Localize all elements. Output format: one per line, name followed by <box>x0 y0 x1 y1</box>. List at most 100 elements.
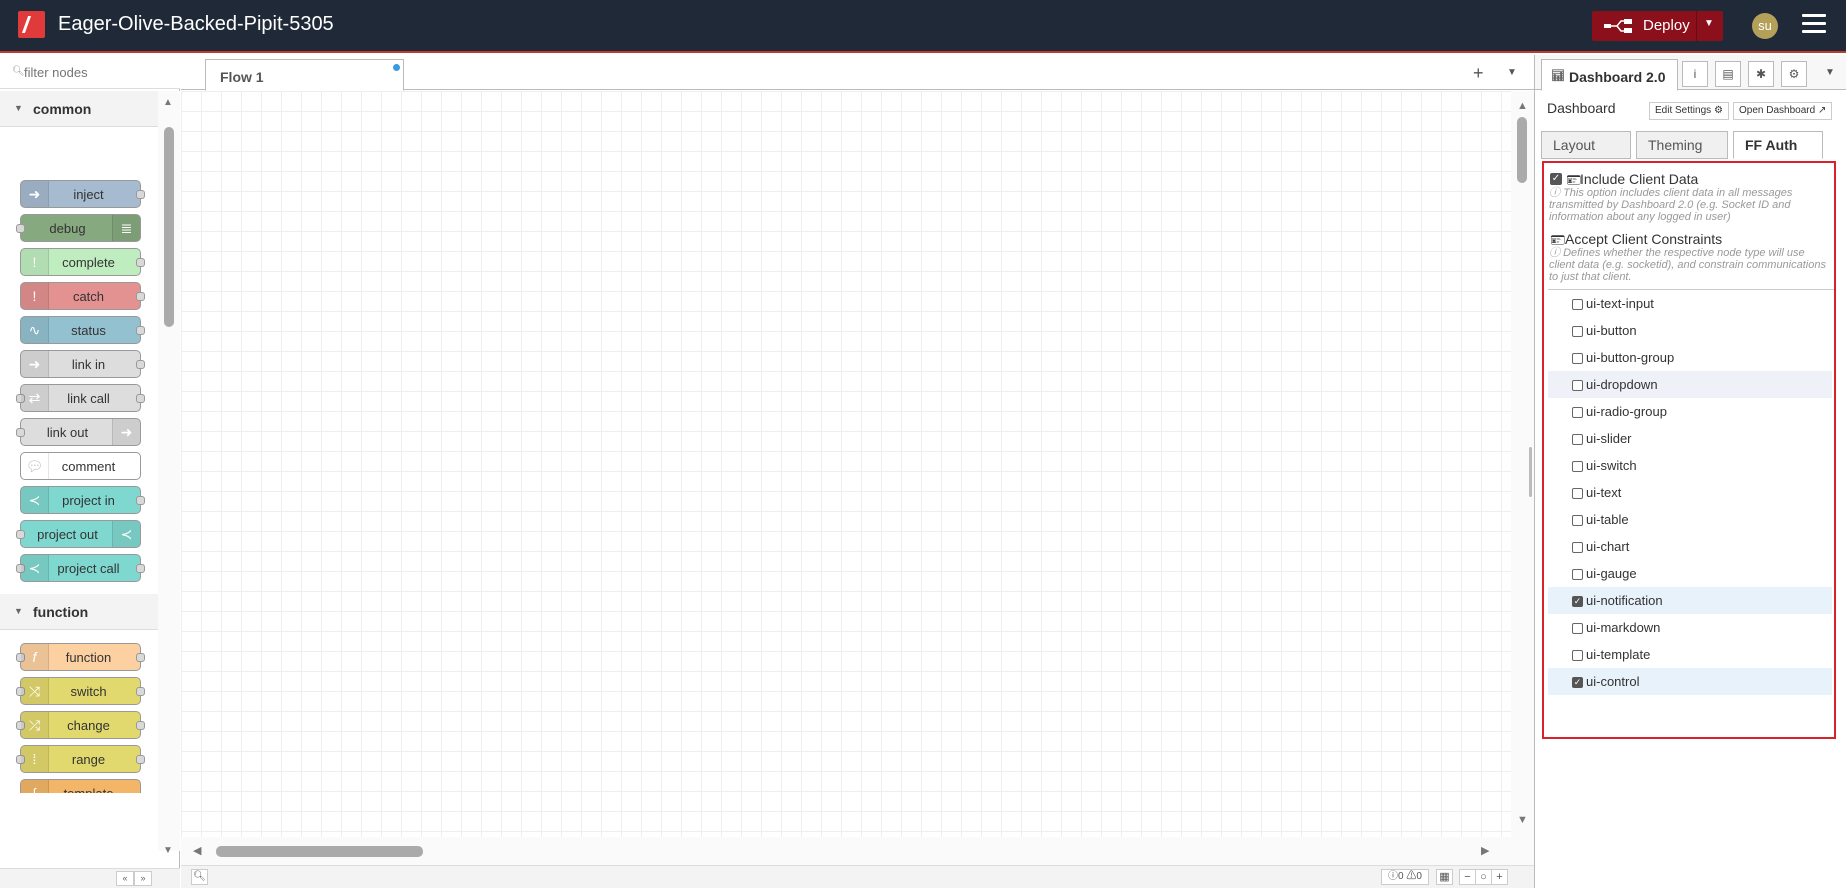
palette-scrollbar[interactable]: ▲ ▼ <box>158 91 180 856</box>
node-label: comment <box>61 459 116 474</box>
palette-node-change[interactable]: ⤮ change <box>16 711 145 739</box>
constraint-item-ui-text-input[interactable]: ui-text-input <box>1548 290 1832 317</box>
zoom-in-icon[interactable]: + <box>1491 869 1508 885</box>
constraint-item-ui-button-group[interactable]: ui-button-group <box>1548 344 1832 371</box>
constraint-checkbox[interactable] <box>1572 488 1583 499</box>
palette-node-switch[interactable]: ⤨ switch <box>16 677 145 705</box>
constraint-item-ui-slider[interactable]: ui-slider <box>1548 425 1832 452</box>
constraint-checkbox[interactable] <box>1572 569 1583 580</box>
palette-node-link-in[interactable]: ➜ link in <box>20 350 145 378</box>
constraint-checkbox[interactable] <box>1572 515 1583 526</box>
constraint-checkbox[interactable] <box>1572 407 1583 418</box>
constraint-label: ui-text <box>1586 485 1622 500</box>
constraint-checkbox[interactable]: ✓ <box>1572 596 1583 607</box>
deploy-button[interactable]: Deploy ▼ <box>1592 11 1723 41</box>
constraint-item-ui-markdown[interactable]: ui-markdown <box>1548 614 1832 641</box>
zoom-reset-icon[interactable]: ○ <box>1475 869 1492 885</box>
constraint-checkbox[interactable]: ✓ <box>1572 677 1583 688</box>
help-book-icon[interactable]: ▤ <box>1715 61 1741 87</box>
tab-dashboard[interactable]: 📊︎ Dashboard 2.0 <box>1541 59 1678 91</box>
node-label: project out <box>37 527 98 542</box>
constraint-item-ui-button[interactable]: ui-button <box>1548 317 1832 344</box>
sidebar-menu-caret-icon[interactable]: ▼ <box>1825 67 1835 78</box>
palette-node-link-call[interactable]: ⇄ link call <box>16 384 145 412</box>
expand-all-icon[interactable]: » <box>134 871 152 886</box>
flow-canvas[interactable] <box>181 91 1511 837</box>
palette-node-project-out[interactable]: project out ≺ <box>16 520 141 548</box>
navigator-map-icon[interactable]: ▦ <box>1436 869 1453 885</box>
palette-node-range[interactable]: ⁞ range <box>16 745 145 773</box>
palette-node-template[interactable]: { template <box>20 779 141 793</box>
constraint-checkbox[interactable] <box>1572 380 1583 391</box>
user-avatar[interactable]: su <box>1752 13 1778 39</box>
add-flow-icon[interactable]: + <box>1473 63 1484 84</box>
constraint-checkbox[interactable] <box>1572 461 1583 472</box>
palette-scroll-thumb[interactable] <box>164 127 174 327</box>
tab-layout[interactable]: Layout <box>1541 131 1631 159</box>
palette-node-project-in[interactable]: ≺ project in <box>20 486 145 514</box>
constraint-item-ui-text[interactable]: ui-text <box>1548 479 1832 506</box>
constraint-item-ui-control[interactable]: ✓ ui-control <box>1548 668 1832 695</box>
open-dashboard-button[interactable]: Open Dashboard ↗ <box>1733 102 1833 120</box>
include-client-data-checkbox[interactable]: ✓ <box>1550 173 1562 185</box>
info-icon[interactable]: i <box>1682 61 1708 87</box>
main-menu-button[interactable] <box>1802 14 1826 34</box>
edit-settings-button[interactable]: Edit Settings ⚙ <box>1649 102 1729 120</box>
config-gear-icon[interactable]: ⚙ <box>1781 61 1807 87</box>
category-function[interactable]: ▼ function <box>0 594 158 630</box>
deploy-menu-caret-icon[interactable]: ▼ <box>1704 18 1714 29</box>
tab-flow-1[interactable]: Flow 1 <box>205 59 404 91</box>
constraint-item-ui-chart[interactable]: ui-chart <box>1548 533 1832 560</box>
constraint-checkbox[interactable] <box>1572 623 1583 634</box>
collapse-all-icon[interactable]: « <box>116 871 134 886</box>
canvas-horizontal-scrollbar[interactable]: ◀ ▶ <box>181 837 1534 865</box>
status-counts[interactable]: ⓘ0 ⚠0 <box>1381 869 1429 885</box>
category-common[interactable]: ▼ common <box>0 91 158 127</box>
include-client-data-hint: ⓘ This option includes client data in al… <box>1549 187 1831 223</box>
changed-indicator-icon <box>392 63 401 72</box>
constraint-item-ui-radio-group[interactable]: ui-radio-group <box>1548 398 1832 425</box>
flow-list-caret-icon[interactable]: ▼ <box>1507 67 1517 78</box>
canvas-vscroll-thumb[interactable] <box>1517 117 1527 183</box>
tab-theming[interactable]: Theming <box>1636 131 1728 159</box>
constraint-checkbox[interactable] <box>1572 353 1583 364</box>
zoom-out-icon[interactable]: − <box>1459 869 1476 885</box>
include-client-data-label: Include Client Data <box>1580 171 1699 187</box>
palette-node-link-out[interactable]: link out ➜ <box>16 418 141 446</box>
ff-auth-panel: ✓ 🪪︎ Include Client Data ⓘ This option i… <box>1542 161 1836 739</box>
scroll-left-icon[interactable]: ◀ <box>193 844 201 857</box>
scroll-down-icon[interactable]: ▼ <box>1517 814 1528 826</box>
palette-node-catch[interactable]: ! catch <box>20 282 145 310</box>
deploy-separator <box>1696 11 1697 41</box>
constraint-label: ui-text-input <box>1586 296 1654 311</box>
debug-bug-icon[interactable]: ✱ <box>1748 61 1774 87</box>
scroll-up-icon[interactable]: ▲ <box>1517 100 1528 112</box>
palette-node-comment[interactable]: 💬︎ comment <box>20 452 141 480</box>
constraint-item-ui-switch[interactable]: ui-switch <box>1548 452 1832 479</box>
palette-node-status[interactable]: ∿ status <box>20 316 145 344</box>
constraint-checkbox[interactable] <box>1572 542 1583 553</box>
scroll-right-icon[interactable]: ▶ <box>1481 844 1489 857</box>
palette-node-function[interactable]: f function <box>16 643 145 671</box>
filter-nodes-input[interactable] <box>24 63 164 81</box>
canvas-hscroll-thumb[interactable] <box>216 846 423 857</box>
scroll-up-icon[interactable]: ▲ <box>163 97 173 108</box>
tab-ff-auth[interactable]: FF Auth <box>1733 131 1823 159</box>
palette-node-complete[interactable]: ! complete <box>20 248 145 276</box>
constraint-item-ui-template[interactable]: ui-template <box>1548 641 1832 668</box>
palette-node-project-call[interactable]: ≺ project call <box>16 554 145 582</box>
constraint-checkbox[interactable] <box>1572 434 1583 445</box>
palette-node-inject[interactable]: ➜ inject <box>20 180 145 208</box>
constraint-item-ui-notification[interactable]: ✓ ui-notification <box>1548 587 1832 614</box>
constraint-item-ui-dropdown[interactable]: ui-dropdown <box>1548 371 1832 398</box>
sidebar-splitter[interactable] <box>1529 447 1532 497</box>
search-flows-icon[interactable]: 🔍︎ <box>191 869 208 885</box>
scroll-down-icon[interactable]: ▼ <box>163 845 173 856</box>
constraint-checkbox[interactable] <box>1572 299 1583 310</box>
palette-node-debug[interactable]: debug ≣ <box>16 214 141 242</box>
app-title: Eager-Olive-Backed-Pipit-5305 <box>58 13 334 35</box>
constraint-item-ui-gauge[interactable]: ui-gauge <box>1548 560 1832 587</box>
constraint-item-ui-table[interactable]: ui-table <box>1548 506 1832 533</box>
constraint-checkbox[interactable] <box>1572 650 1583 661</box>
constraint-checkbox[interactable] <box>1572 326 1583 337</box>
